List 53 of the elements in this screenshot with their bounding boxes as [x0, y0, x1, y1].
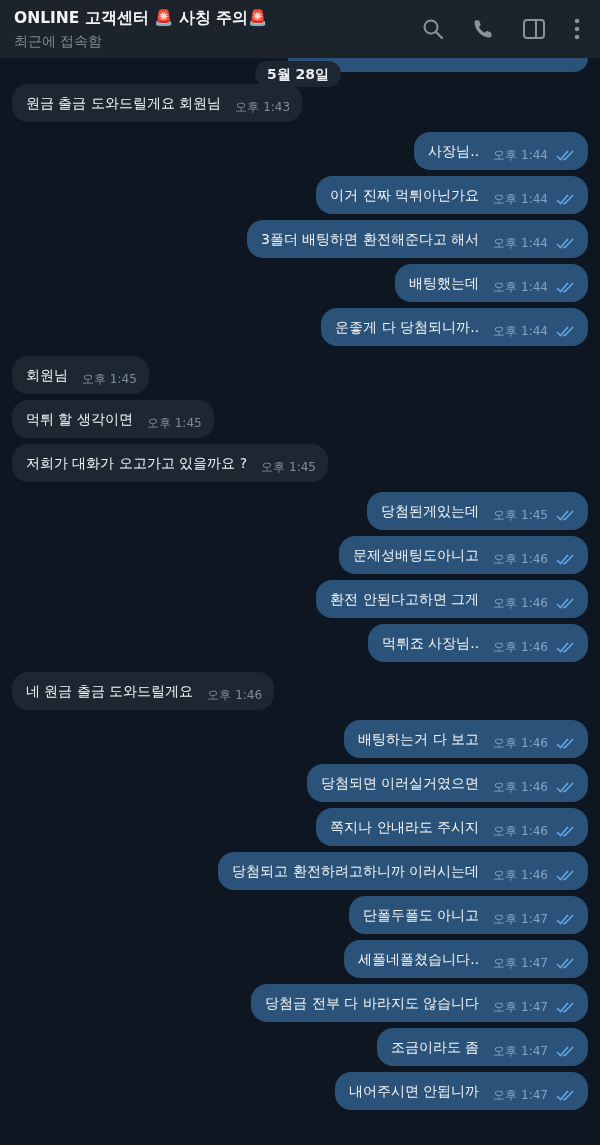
message-text: 사장님.. — [428, 142, 480, 161]
message-text: 쪽지나 안내라도 주시지 — [330, 818, 480, 837]
message-time: 오후 1:43 — [235, 99, 291, 115]
message-time: 오후 1:47 — [493, 955, 548, 971]
message-time: 오후 1:44 — [493, 147, 548, 163]
message-text: 문제성배팅도아니고 — [353, 546, 480, 565]
message-time: 오후 1:46 — [493, 779, 548, 795]
message-time: 오후 1:46 — [493, 639, 548, 655]
message-time: 오후 1:46 — [493, 595, 548, 611]
date-badge: 5월 28일 — [255, 61, 342, 87]
message-time: 오후 1:46 — [493, 735, 548, 751]
more-options-icon[interactable] — [574, 18, 580, 40]
message-text: 당첨되고 환전하려고하니까 이러시는데 — [232, 862, 480, 881]
message-text: 단폴두폴도 아니고 — [362, 906, 480, 925]
message-text: 당첨된게있는데 — [381, 502, 480, 521]
chat-title: ONLINE 고객센터 🚨 사칭 주의🚨 — [14, 7, 267, 29]
message-time: 오후 1:46 — [493, 823, 548, 839]
sidebar-toggle-icon[interactable] — [522, 18, 546, 40]
message-time: 오후 1:47 — [493, 911, 548, 927]
message-time: 오후 1:44 — [493, 279, 548, 295]
last-seen-status: 최근에 접속함 — [14, 32, 104, 51]
message-text: 회원님 — [26, 366, 68, 385]
message-time: 오후 1:45 — [261, 459, 316, 475]
message-text: 당첨되면 이러실거였으면 — [320, 774, 480, 793]
message-text: 배팅했는데 — [409, 274, 480, 293]
message-text: 이거 진짜 먹튀아닌가요 — [330, 186, 480, 205]
message-text: 내어주시면 안됩니까 — [348, 1082, 480, 1101]
message-text: 원금 출금 도와드릴게요 회원님 — [26, 94, 222, 113]
message-time: 오후 1:44 — [493, 191, 548, 207]
message-time: 오후 1:46 — [493, 551, 548, 567]
message-time: 오후 1:47 — [493, 999, 548, 1015]
message-text: 환전 안된다고하면 그게 — [330, 590, 480, 609]
search-icon[interactable] — [422, 18, 444, 40]
message-text: 배팅하는거 다 보고 — [358, 730, 480, 749]
message-time: 오후 1:47 — [493, 1043, 548, 1059]
message-time: 오후 1:46 — [207, 687, 263, 703]
message-text: 저희가 대화가 오고가고 있을까요 ? — [26, 454, 248, 473]
message-time: 오후 1:46 — [493, 867, 548, 883]
message-time: 오후 1:45 — [146, 415, 202, 431]
message-text: 당첨금 전부 다 바라지도 않습니다 — [265, 994, 480, 1013]
message-text: 세폴네폴쳤습니다.. — [358, 950, 480, 969]
phone-icon[interactable] — [472, 18, 494, 40]
message-time: 오후 1:44 — [493, 235, 548, 251]
message-text: 네 원금 출금 도와드릴게요 — [26, 682, 194, 701]
message-text: 먹튀죠 사장님.. — [381, 634, 480, 653]
message-text: 운좋게 다 당첨되니까.. — [335, 318, 480, 337]
message-time: 오후 1:44 — [493, 323, 548, 339]
message-time: 오후 1:45 — [82, 371, 137, 387]
message-text: 먹튀 할 생각이면 — [26, 410, 133, 429]
message-time: 오후 1:47 — [493, 1087, 548, 1103]
message-text: 조금이라도 좀 — [390, 1038, 480, 1057]
message-text: 3폴더 배팅하면 환전해준다고 해서 — [260, 230, 480, 249]
message-time: 오후 1:45 — [493, 507, 548, 523]
